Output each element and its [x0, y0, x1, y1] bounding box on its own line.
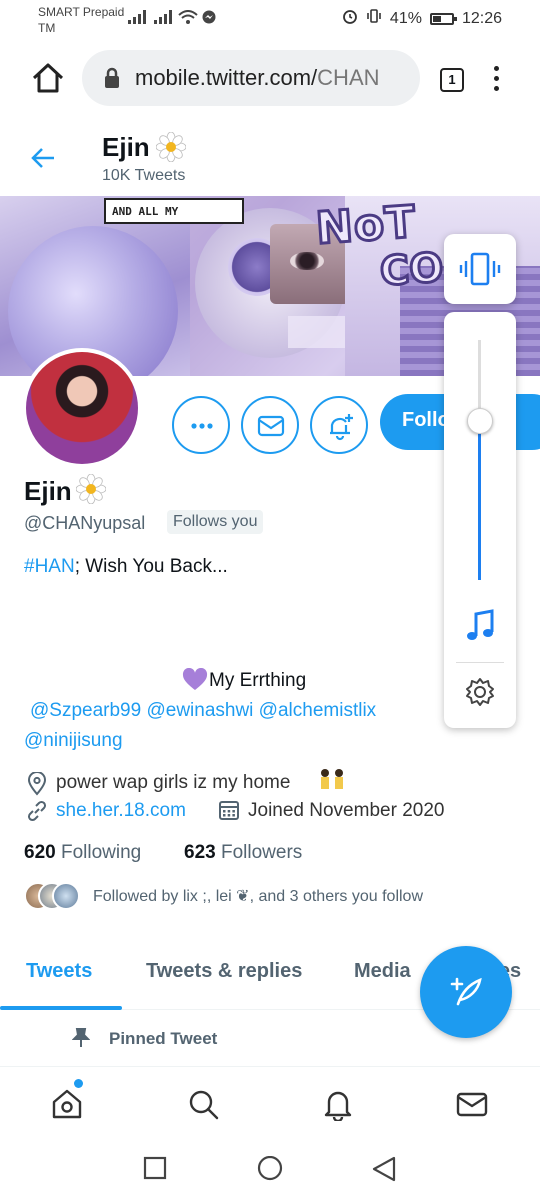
daisy-icon [75, 473, 107, 509]
vibrate-icon [366, 8, 382, 29]
back-triangle-icon[interactable] [370, 1156, 398, 1189]
bell-plus-icon [330, 414, 353, 441]
messenger-icon [202, 10, 216, 27]
link-icon [26, 800, 48, 827]
tab-tweets-replies[interactable]: Tweets & replies [146, 960, 302, 983]
followers-label: Followers [220, 842, 303, 863]
bio-heart-line: My Errthing [209, 670, 307, 691]
system-navigation-bar [0, 1140, 540, 1200]
ellipsis-icon [191, 423, 213, 429]
volume-panel [444, 312, 516, 728]
following-count: 620 [24, 842, 56, 863]
daisy-icon [155, 131, 187, 167]
profile-handle: @CHANyupsal [24, 513, 146, 533]
battery-percent: 41% [389, 9, 422, 27]
bio-text: ; Wish You Back... [74, 556, 228, 577]
followers-count: 623 [184, 842, 216, 863]
followers-you-know-avatars[interactable] [24, 882, 80, 910]
home-circle-icon[interactable] [256, 1155, 284, 1189]
clock: 12:26 [461, 9, 502, 27]
bio-line-1: #HAN; Wish You Back... [24, 556, 228, 578]
settings-gear-icon[interactable] [464, 676, 496, 713]
music-note-icon[interactable] [464, 608, 496, 649]
divider [456, 662, 504, 663]
notifications-bell-icon[interactable] [321, 1087, 355, 1123]
avatar[interactable] [22, 348, 142, 468]
following-stat[interactable]: 620 Following [24, 842, 141, 864]
browser-toolbar: mobile.twitter.com/CHAN 1 [0, 38, 540, 124]
bio-mentions-line-2[interactable]: @ninijisung [24, 730, 123, 752]
home-icon[interactable] [30, 60, 66, 96]
pinned-tweet-label: Pinned Tweet [109, 1029, 218, 1048]
follows-you-badge: Follows you [167, 510, 264, 534]
notifications-button[interactable] [310, 396, 368, 454]
recents-square-icon[interactable] [143, 1156, 167, 1185]
bottom-navigation [0, 1066, 540, 1140]
profile-display-name: Ejin [24, 476, 72, 506]
alarm-icon [342, 8, 358, 29]
url-main: mobile.twitter.com/ [135, 65, 318, 90]
volume-fill [478, 420, 481, 580]
location-pin-icon [26, 771, 48, 801]
purple-heart-icon [182, 667, 208, 697]
messages-mail-icon[interactable] [455, 1087, 489, 1121]
url-path: CHAN [317, 65, 380, 90]
active-tab-indicator [0, 1006, 122, 1010]
bio-hashtag-link[interactable]: #HAN [24, 556, 75, 577]
address-bar[interactable]: mobile.twitter.com/CHAN [82, 50, 420, 106]
home-notification-dot [74, 1079, 83, 1088]
girls-emoji-icon [318, 768, 346, 797]
calendar-icon [218, 799, 240, 826]
followed-by-text[interactable]: Followed by lix ;, lei ❦, and 3 others y… [93, 886, 423, 906]
compose-tweet-button[interactable] [420, 946, 512, 1038]
mail-icon [257, 415, 285, 437]
compose-feather-icon [450, 977, 482, 1006]
tab-count-button[interactable]: 1 [440, 68, 464, 92]
pin-icon [71, 1028, 91, 1053]
battery-icon [429, 12, 457, 25]
carrier-label: SMART Prepaid TM [38, 5, 125, 35]
back-arrow-icon[interactable] [30, 146, 58, 170]
more-options-button[interactable] [172, 396, 230, 454]
banner-word-not: NoT [313, 196, 419, 256]
search-icon[interactable] [186, 1087, 220, 1121]
ringer-mode-button[interactable] [444, 234, 516, 304]
profile-location: power wap girls iz my home [56, 772, 291, 793]
status-bar: SMART Prepaid TM 41% 12:26 [0, 0, 540, 38]
tab-tweets[interactable]: Tweets [26, 960, 92, 983]
vibrate-icon [459, 252, 501, 286]
banner-pixel-text: AND ALL MY [104, 198, 244, 224]
volume-slider-handle[interactable] [467, 408, 493, 434]
signal-icon [128, 10, 146, 27]
profile-joined-date: Joined November 2020 [248, 800, 445, 821]
followers-stat[interactable]: 623 Followers [184, 842, 302, 864]
status-right: 41% 12:26 [342, 8, 502, 29]
following-label: Following [60, 842, 142, 863]
bio-mentions-line-1[interactable]: @Szpearb99 @ewinashwi @alchemistlix [30, 700, 376, 722]
header-name: Ejin [102, 132, 150, 162]
signal-icon [154, 10, 172, 27]
tab-media[interactable]: Media [354, 960, 411, 983]
lock-icon [102, 67, 124, 89]
wifi-icon [178, 10, 198, 27]
more-menu-icon[interactable] [494, 66, 500, 94]
profile-website-link[interactable]: she.her.18.com [56, 800, 186, 822]
home-nav-icon[interactable] [50, 1087, 84, 1121]
profile-header-bar: Ejin 10K Tweets [0, 124, 540, 196]
avatar-photo [26, 352, 138, 464]
url-text: mobile.twitter.com/CHAN [135, 65, 415, 91]
message-button[interactable] [241, 396, 299, 454]
tweet-count: 10K Tweets [102, 167, 186, 184]
